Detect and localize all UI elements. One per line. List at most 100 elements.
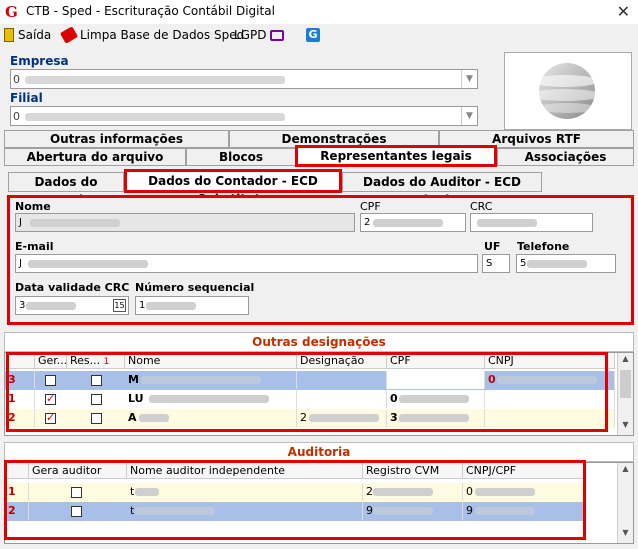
col-header-cnpj-cpf[interactable]: CNPJ/CPF [463, 463, 585, 479]
res-checkbox[interactable] [91, 394, 102, 405]
scroll-up-icon[interactable]: ▲ [618, 354, 633, 368]
tab-representantes-legais[interactable]: Representantes legais [295, 145, 497, 167]
cpf-label: CPF [360, 200, 381, 213]
g-app-icon: G [306, 28, 320, 42]
row-indicator-header [5, 353, 35, 369]
scroll-down-icon[interactable]: ▼ [618, 420, 633, 434]
col-header-cnpj[interactable]: CNPJ [485, 353, 615, 369]
exit-label: Saída [18, 28, 52, 42]
gera-auditor-checkbox[interactable] [71, 506, 82, 517]
auditoria-grid: Gera auditor Nome auditor independente R… [4, 462, 634, 544]
row-number: 1 [5, 483, 29, 501]
chevron-down-icon[interactable]: ▼ [461, 70, 477, 88]
cnpj-cell [485, 390, 615, 408]
nome-auditor-cell: t [127, 483, 363, 501]
table-row[interactable]: 1 t 2 0 [5, 483, 585, 502]
col-header-designacao[interactable]: Designação [297, 353, 387, 369]
auditoria-scrollbar[interactable]: ▲ ▼ [617, 463, 633, 543]
subtab-dados-contador[interactable]: Dados do Contador [8, 172, 124, 207]
clear-database-button[interactable]: Limpa Base de Dados Sped [59, 26, 245, 44]
col-header-gera-auditor[interactable]: Gera auditor [29, 463, 127, 479]
col-header-nome-auditor[interactable]: Nome auditor independente [127, 463, 363, 479]
col-header-cpf[interactable]: CPF [387, 353, 485, 369]
scroll-up-icon[interactable]: ▲ [618, 464, 633, 478]
crc-input[interactable] [470, 213, 593, 232]
subtab-dados-auditor-ecd-substituta[interactable]: Dados do Auditor - ECD Substituta [342, 172, 542, 207]
table-row[interactable]: 2 A 2 3 [5, 409, 615, 428]
filial-value: 0 [13, 110, 20, 123]
lgpd-label: LGPD [234, 28, 267, 42]
cnpj-cell [485, 409, 615, 427]
row-number: 3 [5, 371, 35, 389]
nome-value: J [19, 217, 22, 228]
col-header-res[interactable]: Res... 1 [67, 353, 125, 369]
row-number: 2 [5, 502, 29, 520]
telefone-input[interactable]: 5 [516, 254, 616, 273]
nome-label: Nome [15, 200, 51, 213]
validade-crc-input[interactable]: 3 15 [15, 296, 129, 315]
uf-input[interactable]: S [482, 254, 510, 273]
clear-database-label: Limpa Base de Dados Sped [80, 28, 245, 42]
empresa-select[interactable]: 0 ▼ [10, 69, 478, 89]
window-title: CTB - Sped - Escrituração Contábil Digit… [26, 4, 275, 18]
ger-checkbox[interactable] [45, 411, 56, 424]
uf-label: UF [484, 240, 501, 253]
table-row[interactable]: 1 LU 0 [5, 390, 615, 409]
tab-blocos[interactable]: Blocos [186, 148, 296, 166]
cpf-input[interactable]: 2 [360, 213, 466, 232]
company-logo [504, 52, 632, 130]
outras-designacoes-grid: Ger... Res... 1 Nome Designação CPF CNPJ… [4, 352, 634, 436]
lgpd-button[interactable]: LGPD [234, 28, 285, 42]
numero-sequencial-input[interactable]: 1 [135, 296, 249, 315]
numero-sequencial-value: 1 [139, 300, 146, 311]
res-checkbox[interactable] [91, 413, 102, 424]
row-number: 2 [5, 409, 35, 427]
nome-input[interactable]: J [15, 213, 355, 232]
validade-crc-label: Data validade CRC [15, 281, 130, 294]
exit-icon [4, 28, 14, 42]
ger-checkbox[interactable] [45, 375, 56, 386]
numero-sequencial-label: Número sequencial [135, 281, 255, 294]
email-label: E-mail [15, 240, 54, 253]
toolbar: Saída Limpa Base de Dados Sped LGPD G [0, 24, 638, 48]
designacao-cell [297, 371, 387, 389]
calendar-icon[interactable]: 15 [113, 299, 126, 312]
outras-designacoes-header: Outras designações [4, 332, 634, 352]
email-input[interactable]: J [15, 254, 478, 273]
cpf-cell[interactable] [387, 371, 485, 389]
eraser-icon [59, 26, 79, 44]
crc-label: CRC [470, 200, 493, 213]
telefone-value: 5 [520, 258, 527, 269]
row-number: 1 [5, 390, 35, 408]
filial-select[interactable]: 0 ▼ [10, 106, 478, 126]
scroll-down-icon[interactable]: ▼ [618, 528, 633, 542]
close-icon[interactable]: ✕ [617, 2, 630, 21]
col-header-registro-cvm[interactable]: Registro CVM [363, 463, 463, 479]
col-header-nome[interactable]: Nome [125, 353, 297, 369]
cpf-value: 2 [364, 217, 371, 228]
col-header-ger[interactable]: Ger... [35, 353, 67, 369]
subtab-dados-contador-ecd-substituta[interactable]: Dados do Contador - ECD Substituta [124, 169, 342, 206]
empresa-value: 0 [13, 73, 20, 86]
designacao-cell [297, 390, 387, 408]
ger-checkbox[interactable] [45, 392, 56, 405]
res-checkbox[interactable] [91, 375, 102, 386]
tab-associacoes[interactable]: Associações [497, 148, 634, 166]
outras-scrollbar[interactable]: ▲ ▼ [617, 353, 633, 435]
validade-crc-value: 3 [19, 300, 26, 311]
uf-value: S [486, 258, 493, 269]
auditoria-header: Auditoria [4, 442, 634, 462]
tab-abertura-arquivo[interactable]: Abertura do arquivo [4, 148, 186, 166]
table-row[interactable]: 2 t 9 9 [5, 502, 585, 521]
table-row[interactable]: 3 M 0 [5, 371, 615, 390]
monitor-icon [270, 29, 285, 41]
app-logo-icon: G [5, 3, 18, 21]
telefone-label: Telefone [517, 240, 570, 253]
tab-outras-informacoes[interactable]: Outras informações [4, 130, 229, 148]
sort-order-indicator: 1 [103, 357, 110, 367]
scroll-thumb[interactable] [620, 370, 631, 398]
g-button[interactable]: G [306, 28, 320, 42]
chevron-down-icon[interactable]: ▼ [461, 107, 477, 125]
gera-auditor-checkbox[interactable] [71, 487, 82, 498]
exit-button[interactable]: Saída [4, 28, 51, 42]
